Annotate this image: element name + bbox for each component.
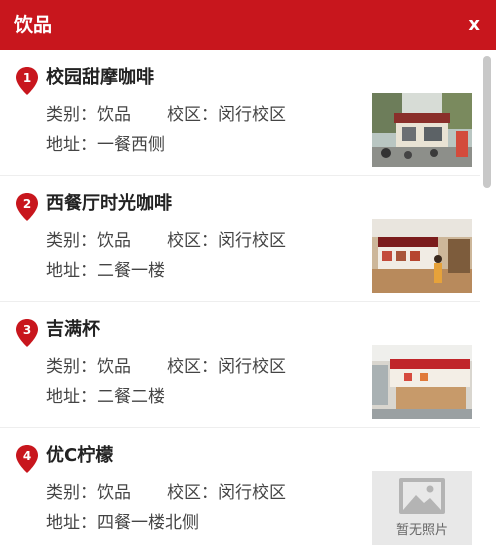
list-item[interactable]: 3 吉满杯 类别：饮品 校区：闵行校区 地址：二餐二楼 <box>0 302 480 428</box>
close-button[interactable]: x <box>468 12 480 38</box>
address-text: 地址：二餐一楼 <box>46 261 165 281</box>
campus-text: 校区：闵行校区 <box>167 357 286 377</box>
shop-photo[interactable] <box>372 93 472 167</box>
shop-name[interactable]: 校园甜摩咖啡 <box>46 65 154 91</box>
campus-text: 校区：闵行校区 <box>167 483 286 503</box>
photo-placeholder: 暂无照片 <box>372 471 472 545</box>
shop-photo[interactable] <box>372 345 472 419</box>
scrollbar-thumb[interactable] <box>483 56 491 188</box>
list-item[interactable]: 1 校园甜摩咖啡 类别：饮品 校区：闵行校区 地址：一餐西侧 <box>0 50 480 176</box>
list-item[interactable]: 2 西餐厅时光咖啡 类别：饮品 校区：闵行校区 地址：二餐一楼 <box>0 176 480 302</box>
info-row: 类别：饮品 校区：闵行校区 <box>46 103 286 127</box>
address-text: 地址：一餐西侧 <box>46 135 165 155</box>
campus-text: 校区：闵行校区 <box>167 105 286 125</box>
shop-name[interactable]: 优C柠檬 <box>46 443 113 469</box>
pin-number: 3 <box>23 323 31 337</box>
shop-name[interactable]: 西餐厅时光咖啡 <box>46 191 172 217</box>
address-text: 地址：二餐二楼 <box>46 387 165 407</box>
info-row: 类别：饮品 校区：闵行校区 <box>46 481 286 505</box>
pin-number: 1 <box>23 71 31 85</box>
info-row: 类别：饮品 校区：闵行校区 <box>46 355 286 379</box>
scrollbar[interactable] <box>480 50 496 554</box>
map-pin-icon: 2 <box>16 193 38 221</box>
campus-text: 校区：闵行校区 <box>167 231 286 251</box>
image-placeholder-icon <box>399 478 445 514</box>
category-text: 类别：饮品 <box>46 231 131 251</box>
no-photo-label: 暂无照片 <box>395 523 448 538</box>
pin-number: 2 <box>23 197 31 211</box>
category-text: 类别：饮品 <box>46 105 131 125</box>
shop-photo[interactable] <box>372 219 472 293</box>
map-pin-icon: 3 <box>16 319 38 347</box>
page-title: 饮品 <box>14 14 53 36</box>
info-row: 类别：饮品 校区：闵行校区 <box>46 229 286 253</box>
map-pin-icon: 1 <box>16 67 38 95</box>
pin-number: 4 <box>23 449 31 463</box>
header-bar: 饮品 x <box>0 0 496 50</box>
category-text: 类别：饮品 <box>46 357 131 377</box>
shop-name[interactable]: 吉满杯 <box>46 317 100 343</box>
shop-list: 1 校园甜摩咖啡 类别：饮品 校区：闵行校区 地址：一餐西侧 2 西餐厅时光咖啡… <box>0 50 480 554</box>
map-pin-icon: 4 <box>16 445 38 473</box>
list-item[interactable]: 4 优C柠檬 类别：饮品 校区：闵行校区 地址：四餐一楼北侧 暂无照片 <box>0 428 480 554</box>
address-text: 地址：四餐一楼北侧 <box>46 513 199 533</box>
category-text: 类别：饮品 <box>46 483 131 503</box>
